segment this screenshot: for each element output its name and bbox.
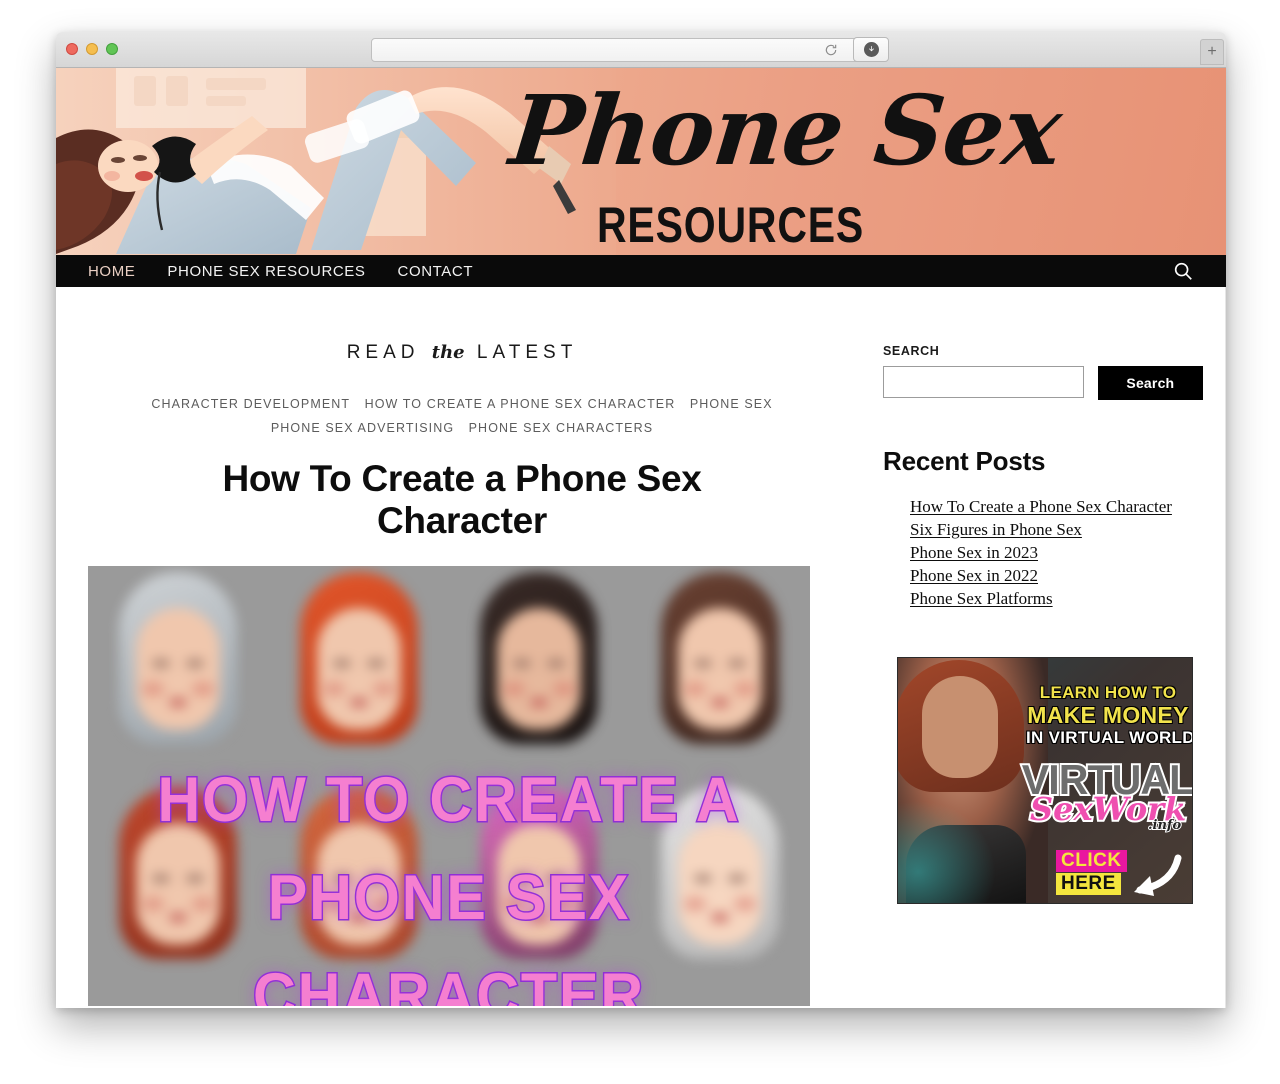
close-window-button[interactable]	[66, 43, 78, 55]
ad-headline-line1: LEARN HOW TO	[1039, 683, 1177, 702]
ad-headline-line3: IN VIRTUAL WORLDS	[1026, 728, 1193, 747]
window-controls	[66, 43, 118, 55]
browser-titlebar: +	[56, 32, 1226, 68]
category-phone-sex-advertising[interactable]: PHONE SEX ADVERTISING	[271, 416, 454, 440]
post-title[interactable]: How To Create a Phone Sex Character	[56, 458, 868, 542]
address-bar[interactable]	[371, 38, 861, 62]
featured-image-overlay-text: HOW TO CREATE A PHONE SEX CHARACTER	[110, 751, 789, 1007]
site-header-banner: Phone Sex RESOURCES	[56, 68, 1226, 255]
download-button[interactable]	[853, 37, 889, 62]
list-item: Six Figures in Phone Sex	[910, 520, 1203, 540]
ad-cta-click[interactable]: CLICK	[1056, 850, 1127, 872]
ad-headline-line2: MAKE MONEY	[1027, 702, 1189, 728]
recent-post-link[interactable]: Phone Sex Platforms	[910, 589, 1053, 608]
recent-posts-heading: Recent Posts	[883, 446, 1046, 476]
search-button[interactable]: Search	[1097, 366, 1203, 400]
overlay-line-3: CHARACTER	[252, 960, 645, 1007]
nav-item-home[interactable]: HOME	[88, 263, 135, 280]
primary-navigation: HOME PHONE SEX RESOURCES CONTACT	[56, 255, 1226, 287]
section-heading-script: the	[431, 342, 465, 363]
main-content: READ the LATEST CHARACTER DEVELOPMENT HO…	[56, 287, 868, 1008]
featured-image[interactable]: HOW TO CREATE A PHONE SEX CHARACTER	[88, 566, 810, 1006]
category-phone-sex-characters[interactable]: PHONE SEX CHARACTERS	[469, 416, 654, 440]
ad-brand-logo: VIRTUAL SexWork .info	[1020, 754, 1192, 838]
category-phone-sex[interactable]: PHONE SEX	[690, 392, 773, 416]
search-label: SEARCH	[883, 344, 940, 358]
overlay-line-1: HOW TO CREATE A	[156, 764, 741, 837]
download-icon	[863, 42, 879, 57]
category-how-to-create-a-phone-sex-character[interactable]: HOW TO CREATE A PHONE SEX CHARACTER	[365, 392, 676, 416]
reload-icon[interactable]	[824, 43, 838, 57]
new-tab-button[interactable]: +	[1200, 39, 1224, 65]
sidebar-ad-banner[interactable]: LEARN HOW TO MAKE MONEY IN VIRTUAL WORLD…	[897, 657, 1193, 904]
ad-logo-info: .info	[1147, 817, 1182, 834]
site-logo-subtitle: RESOURCES	[597, 197, 865, 253]
nav-item-contact[interactable]: CONTACT	[398, 263, 474, 280]
post-category-list: CHARACTER DEVELOPMENT HOW TO CREATE A PH…	[56, 392, 868, 440]
section-heading-pre: READ	[346, 342, 420, 363]
web-page: Phone Sex RESOURCES HOME PHONE SEX RESOU…	[56, 68, 1226, 1008]
recent-post-link[interactable]: Six Figures in Phone Sex	[910, 520, 1082, 539]
ad-figure-face	[922, 676, 998, 778]
search-widget: Search	[883, 366, 1203, 400]
recent-posts-list: How To Create a Phone Sex Character Six …	[883, 497, 1203, 609]
minimize-window-button[interactable]	[86, 43, 98, 55]
list-item: How To Create a Phone Sex Character	[910, 497, 1203, 517]
sidebar-divider	[1225, 287, 1226, 1008]
recent-post-link[interactable]: Phone Sex in 2023	[910, 543, 1038, 562]
browser-window: + Phone Sex RESOURCES HOME PHONE SEX RES…	[56, 32, 1226, 1008]
arrow-icon	[1134, 854, 1182, 896]
overlay-line-2: PHONE SEX	[266, 862, 631, 935]
header-illustration	[56, 68, 616, 255]
search-input[interactable]	[883, 366, 1084, 398]
search-icon[interactable]	[1172, 260, 1194, 282]
section-heading-post: LATEST	[476, 342, 578, 363]
page-body: READ the LATEST CHARACTER DEVELOPMENT HO…	[56, 287, 1226, 1008]
section-heading: READ the LATEST	[56, 342, 868, 364]
recent-post-link[interactable]: Phone Sex in 2022	[910, 566, 1038, 585]
nav-item-phone-sex-resources[interactable]: PHONE SEX RESOURCES	[167, 263, 365, 280]
list-item: Phone Sex in 2022	[910, 566, 1203, 586]
recent-post-link[interactable]: How To Create a Phone Sex Character	[910, 497, 1172, 516]
ad-figure-glow	[898, 795, 1002, 903]
ad-cta-here[interactable]: HERE	[1056, 873, 1121, 895]
list-item: Phone Sex in 2023	[910, 543, 1203, 563]
category-character-development[interactable]: CHARACTER DEVELOPMENT	[151, 392, 350, 416]
zoom-window-button[interactable]	[106, 43, 118, 55]
sidebar: SEARCH Search Recent Posts How To Create…	[868, 287, 1226, 1008]
list-item: Phone Sex Platforms	[910, 589, 1203, 609]
